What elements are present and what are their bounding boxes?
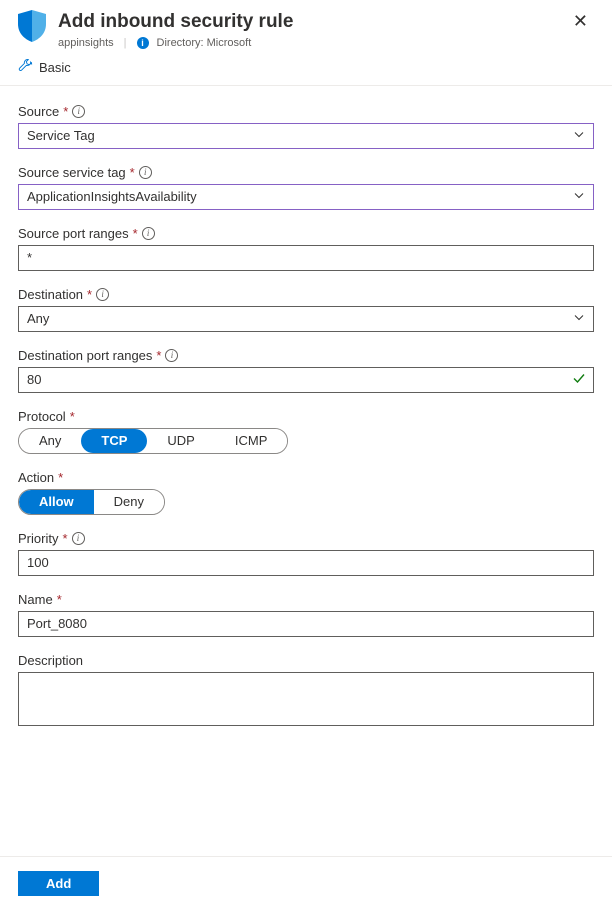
field-priority: Priority * i (18, 531, 594, 576)
subtitle-row: appinsights | i Directory: Microsoft (58, 37, 555, 49)
toolbar: Basic (0, 49, 612, 86)
shield-icon (18, 10, 46, 45)
field-source-port-ranges: Source port ranges * i (18, 226, 594, 271)
info-icon[interactable]: i (72, 105, 85, 118)
source-port-ranges-label: Source port ranges * i (18, 226, 594, 241)
protocol-option-tcp[interactable]: TCP (81, 429, 147, 453)
required-asterisk: * (87, 287, 92, 302)
destination-select[interactable]: Any (18, 306, 594, 332)
required-asterisk: * (133, 226, 138, 241)
chevron-down-icon (573, 311, 585, 326)
field-source-service-tag: Source service tag * i ApplicationInsigh… (18, 165, 594, 210)
field-action: Action * Allow Deny (18, 470, 594, 515)
field-destination: Destination * i Any (18, 287, 594, 332)
label-text: Destination (18, 287, 83, 302)
description-input[interactable] (18, 672, 594, 726)
protocol-option-udp[interactable]: UDP (147, 429, 214, 453)
protocol-option-any[interactable]: Any (19, 429, 81, 453)
footer: Add (0, 856, 612, 914)
destination-port-ranges-input[interactable] (18, 367, 594, 393)
destination-port-ranges-wrap (18, 367, 594, 393)
source-label: Source * i (18, 104, 594, 119)
source-service-tag-select[interactable]: ApplicationInsightsAvailability (18, 184, 594, 210)
destination-label: Destination * i (18, 287, 594, 302)
divider: | (122, 37, 129, 49)
required-asterisk: * (63, 104, 68, 119)
field-protocol: Protocol * Any TCP UDP ICMP (18, 409, 594, 454)
required-asterisk: * (156, 348, 161, 363)
wrench-icon (18, 59, 33, 77)
label-text: Protocol (18, 409, 66, 424)
info-icon[interactable]: i (72, 532, 85, 545)
protocol-option-icmp[interactable]: ICMP (215, 429, 288, 453)
add-button[interactable]: Add (18, 871, 99, 896)
required-asterisk: * (62, 531, 67, 546)
field-name: Name * (18, 592, 594, 637)
resource-name: appinsights (58, 37, 114, 49)
protocol-segment-group: Any TCP UDP ICMP (18, 428, 288, 454)
form-area: Source * i Service Tag Source service ta… (0, 86, 612, 729)
source-service-tag-label: Source service tag * i (18, 165, 594, 180)
description-label: Description (18, 653, 594, 668)
page-title: Add inbound security rule (58, 10, 555, 35)
required-asterisk: * (58, 470, 63, 485)
chevron-down-icon (573, 189, 585, 204)
label-text: Source service tag (18, 165, 126, 180)
action-option-allow[interactable]: Allow (19, 490, 94, 514)
field-description: Description (18, 653, 594, 729)
title-block: Add inbound security rule appinsights | … (58, 10, 555, 49)
destination-port-ranges-label: Destination port ranges * i (18, 348, 594, 363)
action-label: Action * (18, 470, 594, 485)
panel-header: Add inbound security rule appinsights | … (0, 0, 612, 49)
select-value: Any (27, 311, 49, 326)
directory-label: Directory: Microsoft (157, 37, 252, 49)
label-text: Priority (18, 531, 58, 546)
label-text: Destination port ranges (18, 348, 152, 363)
action-option-deny[interactable]: Deny (94, 490, 164, 514)
label-text: Source (18, 104, 59, 119)
name-input[interactable] (18, 611, 594, 637)
label-text: Description (18, 653, 83, 668)
info-icon[interactable]: i (142, 227, 155, 240)
info-icon: i (137, 37, 149, 49)
priority-input[interactable] (18, 550, 594, 576)
label-text: Source port ranges (18, 226, 129, 241)
source-select[interactable]: Service Tag (18, 123, 594, 149)
field-destination-port-ranges: Destination port ranges * i (18, 348, 594, 393)
checkmark-icon (572, 371, 586, 388)
field-source: Source * i Service Tag (18, 104, 594, 149)
required-asterisk: * (57, 592, 62, 607)
chevron-down-icon (573, 128, 585, 143)
priority-label: Priority * i (18, 531, 594, 546)
name-label: Name * (18, 592, 594, 607)
basic-toggle[interactable]: Basic (39, 60, 71, 75)
required-asterisk: * (70, 409, 75, 424)
label-text: Action (18, 470, 54, 485)
required-asterisk: * (130, 165, 135, 180)
info-icon[interactable]: i (165, 349, 178, 362)
protocol-label: Protocol * (18, 409, 594, 424)
close-button[interactable]: ✕ (567, 10, 594, 32)
action-segment-group: Allow Deny (18, 489, 165, 515)
info-icon[interactable]: i (96, 288, 109, 301)
close-icon: ✕ (573, 11, 588, 31)
info-icon[interactable]: i (139, 166, 152, 179)
select-value: Service Tag (27, 128, 95, 143)
select-value: ApplicationInsightsAvailability (27, 189, 197, 204)
source-port-ranges-input[interactable] (18, 245, 594, 271)
label-text: Name (18, 592, 53, 607)
